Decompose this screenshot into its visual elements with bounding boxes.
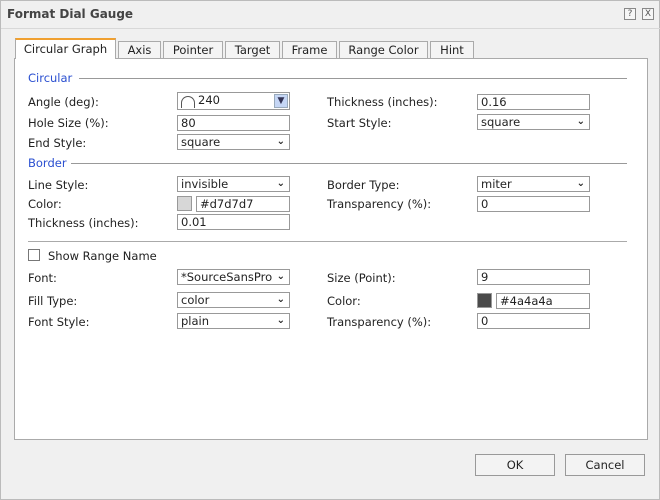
border-transparency-input[interactable]: 0 bbox=[477, 196, 590, 212]
font-value: *SourceSansPro bbox=[181, 270, 273, 284]
chevron-down-icon: ⌄ bbox=[276, 178, 285, 189]
font-label: Font: bbox=[28, 271, 57, 285]
hole-size-label: Hole Size (%): bbox=[28, 116, 109, 130]
section-border: Border bbox=[28, 156, 67, 170]
show-range-name-label: Show Range Name bbox=[48, 249, 157, 263]
tab-axis[interactable]: Axis bbox=[118, 41, 161, 59]
chevron-down-icon: ⌄ bbox=[276, 136, 285, 147]
font-transparency-label: Transparency (%): bbox=[327, 315, 432, 329]
divider bbox=[71, 163, 627, 164]
cancel-button[interactable]: Cancel bbox=[565, 454, 645, 476]
end-style-label: End Style: bbox=[28, 136, 87, 150]
angle-select[interactable]: 240 ▼ bbox=[177, 92, 290, 110]
fill-type-select[interactable]: color ⌄ bbox=[177, 292, 290, 308]
tab-range-color[interactable]: Range Color bbox=[339, 41, 428, 59]
tab-hint[interactable]: Hint bbox=[430, 41, 474, 59]
end-style-value: square bbox=[181, 135, 221, 149]
start-style-label: Start Style: bbox=[327, 116, 392, 130]
font-color-input[interactable]: #4a4a4a bbox=[496, 293, 590, 309]
dialog: Format Dial Gauge ? X Circular Graph Axi… bbox=[0, 0, 660, 500]
font-select[interactable]: *SourceSansPro ⌄ bbox=[177, 269, 290, 285]
border-color-label: Color: bbox=[28, 197, 62, 211]
dialog-title: Format Dial Gauge bbox=[7, 7, 134, 21]
divider bbox=[28, 241, 627, 242]
chevron-down-icon: ⌄ bbox=[576, 178, 585, 189]
start-style-value: square bbox=[481, 115, 521, 129]
tab-pointer[interactable]: Pointer bbox=[163, 41, 223, 59]
tab-circular-graph[interactable]: Circular Graph bbox=[15, 38, 116, 59]
chevron-down-icon: ⌄ bbox=[276, 294, 285, 305]
line-style-value: invisible bbox=[181, 177, 229, 191]
border-transparency-label: Transparency (%): bbox=[327, 197, 432, 211]
border-thickness-label: Thickness (inches): bbox=[28, 216, 139, 230]
thickness-label: Thickness (inches): bbox=[327, 95, 438, 109]
border-type-label: Border Type: bbox=[327, 178, 400, 192]
show-range-name-checkbox[interactable] bbox=[28, 249, 40, 261]
border-type-select[interactable]: miter ⌄ bbox=[477, 176, 590, 192]
border-color-swatch[interactable] bbox=[177, 196, 192, 211]
start-style-select[interactable]: square ⌄ bbox=[477, 114, 590, 130]
chevron-down-icon: ⌄ bbox=[276, 315, 285, 326]
font-style-label: Font Style: bbox=[28, 315, 90, 329]
border-type-value: miter bbox=[481, 177, 512, 191]
close-button[interactable]: X bbox=[642, 8, 654, 20]
hole-size-input[interactable]: 80 bbox=[177, 115, 290, 131]
tab-target[interactable]: Target bbox=[225, 41, 280, 59]
divider bbox=[1, 28, 660, 29]
size-input[interactable]: 9 bbox=[477, 269, 590, 285]
chevron-down-icon: ⌄ bbox=[276, 270, 285, 284]
ok-button[interactable]: OK bbox=[475, 454, 555, 476]
angle-label: Angle (deg): bbox=[28, 95, 99, 109]
font-color-label: Color: bbox=[327, 294, 361, 308]
line-style-select[interactable]: invisible ⌄ bbox=[177, 176, 290, 192]
angle-value: 240 bbox=[198, 93, 220, 107]
font-transparency-input[interactable]: 0 bbox=[477, 313, 590, 329]
fill-type-value: color bbox=[181, 293, 210, 307]
chevron-down-icon[interactable]: ▼ bbox=[274, 94, 288, 108]
border-color-input[interactable]: #d7d7d7 bbox=[196, 196, 290, 212]
size-label: Size (Point): bbox=[327, 271, 396, 285]
tab-frame[interactable]: Frame bbox=[282, 41, 337, 59]
fill-type-label: Fill Type: bbox=[28, 294, 78, 308]
font-style-value: plain bbox=[181, 314, 210, 328]
end-style-select[interactable]: square ⌄ bbox=[177, 134, 290, 150]
border-thickness-input[interactable]: 0.01 bbox=[177, 214, 290, 230]
section-circular: Circular bbox=[28, 71, 73, 85]
font-color-swatch[interactable] bbox=[477, 293, 492, 308]
divider bbox=[79, 78, 627, 79]
line-style-label: Line Style: bbox=[28, 178, 89, 192]
chevron-down-icon: ⌄ bbox=[576, 116, 585, 127]
font-style-select[interactable]: plain ⌄ bbox=[177, 313, 290, 329]
gauge-icon bbox=[181, 96, 195, 108]
help-button[interactable]: ? bbox=[624, 8, 636, 20]
thickness-input[interactable]: 0.16 bbox=[477, 94, 590, 110]
